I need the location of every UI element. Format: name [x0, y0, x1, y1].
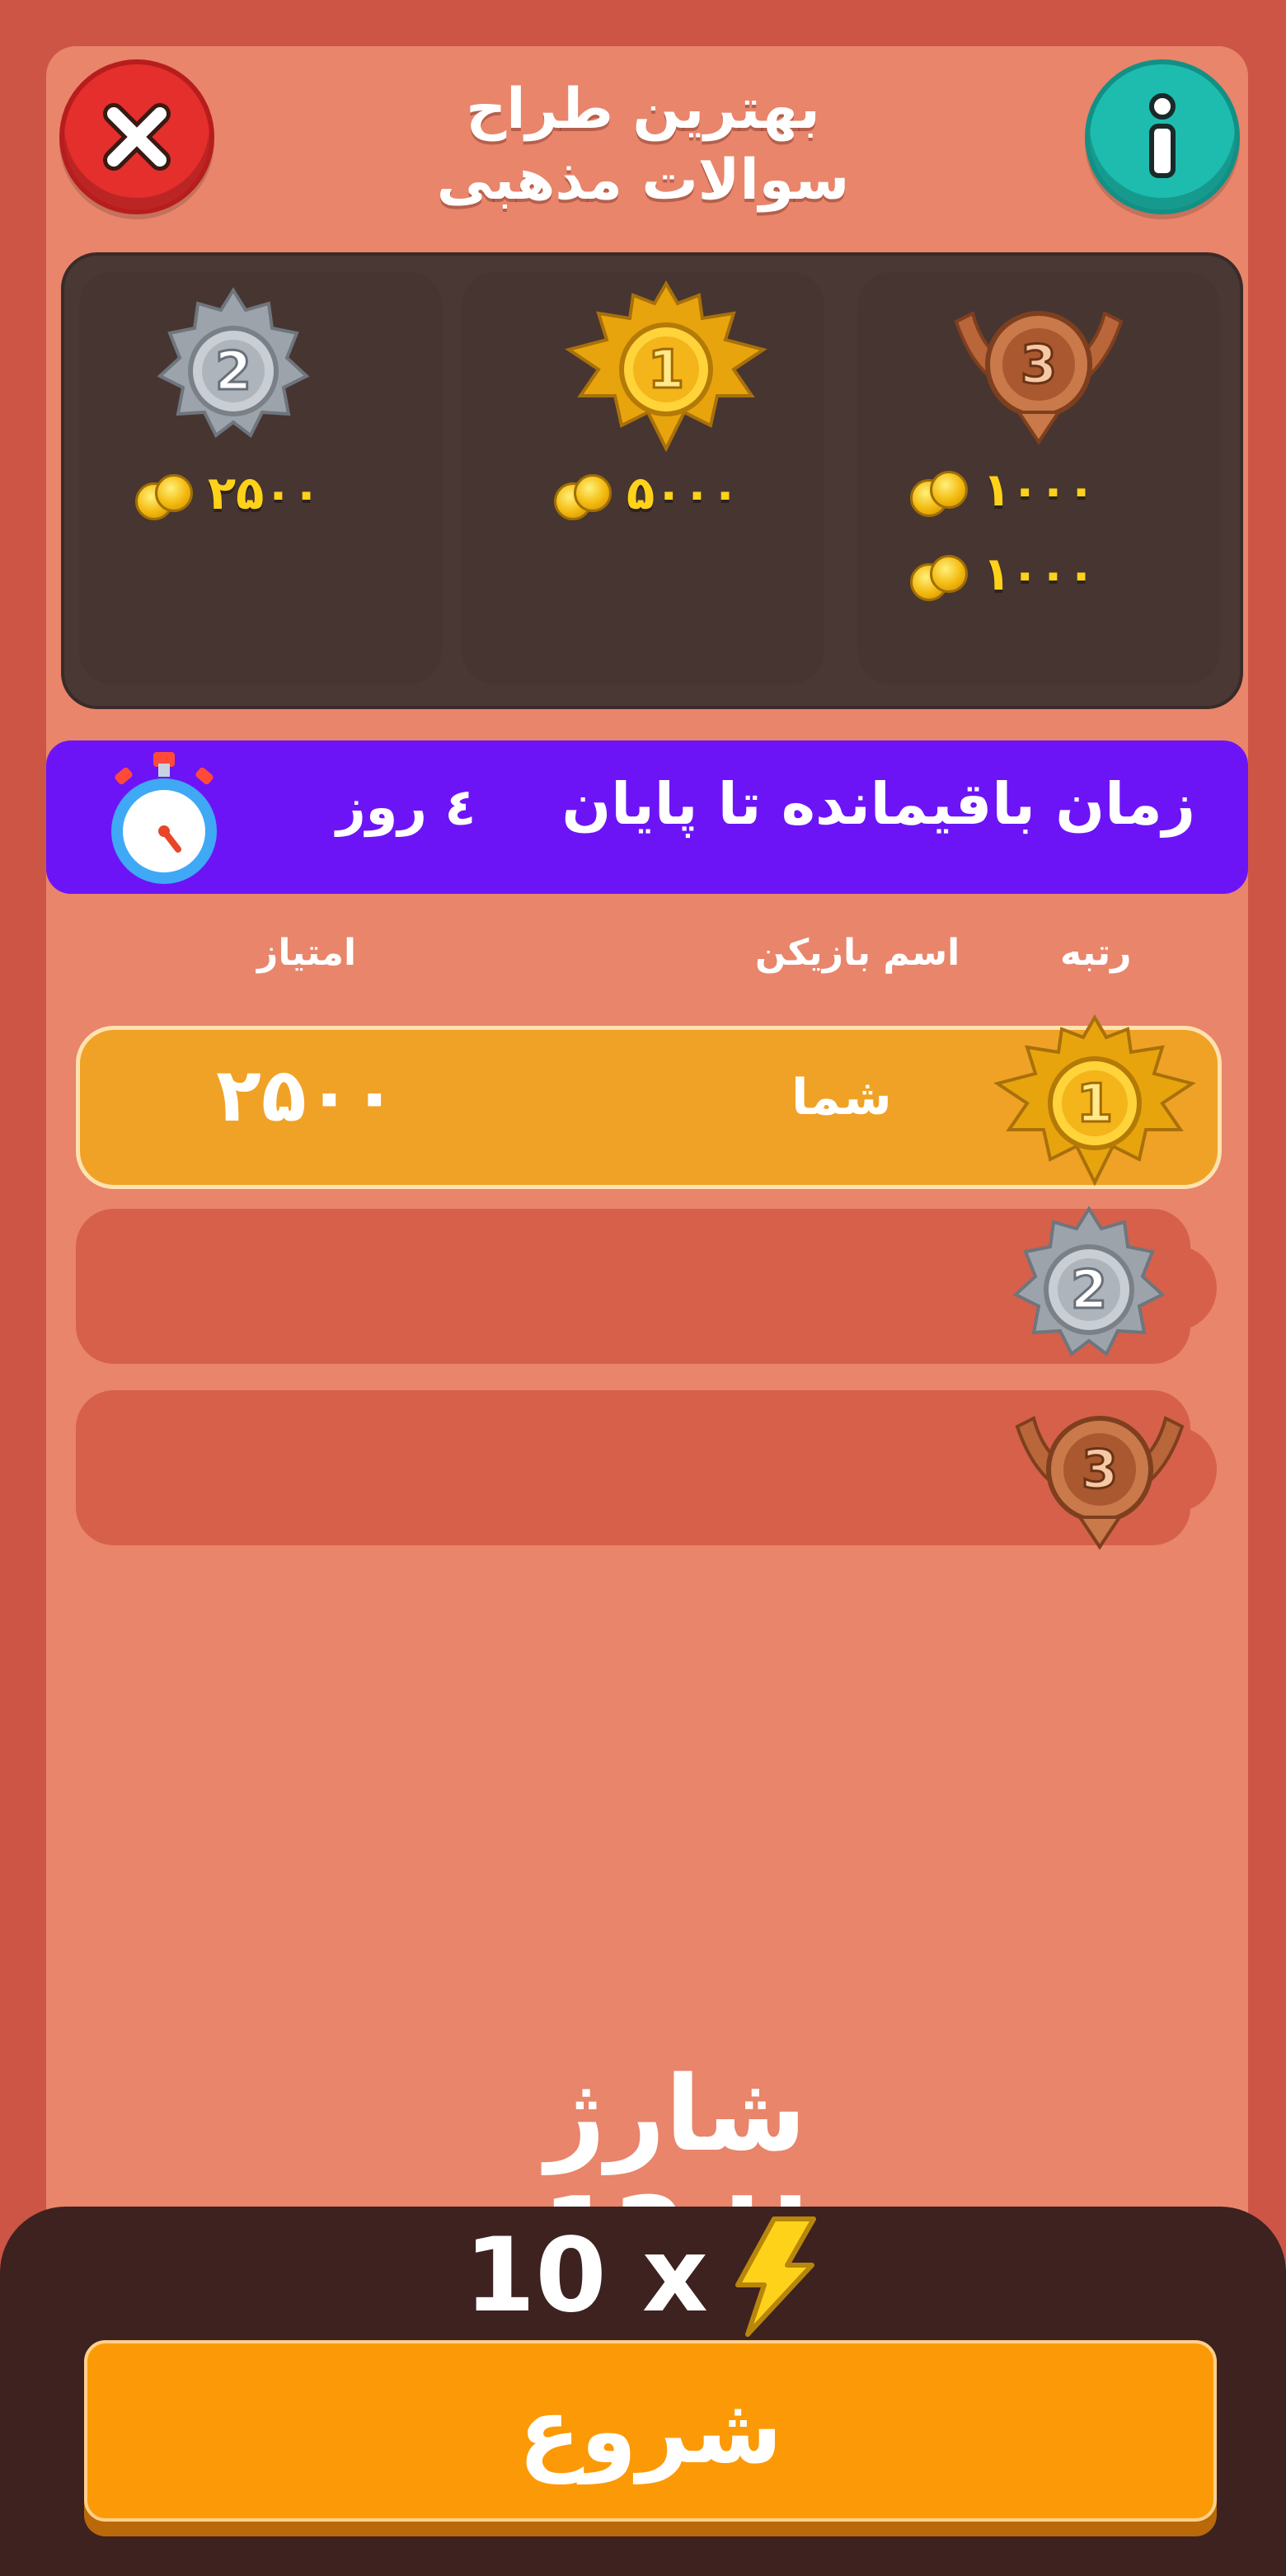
bronze-medal-icon: 3 — [954, 311, 1124, 445]
second-prize-amount: ۲۵۰۰ — [208, 467, 321, 520]
charge-label: شارژ — [545, 2053, 807, 2174]
close-button[interactable] — [59, 59, 214, 214]
row-1-name: شما — [791, 1069, 892, 1126]
second-prize: ۲۵۰۰ — [135, 467, 321, 520]
rank-column-header: رتبه — [1060, 932, 1132, 974]
page-title: بهترین طراح سوالات مذهبی — [313, 74, 973, 216]
stopwatch-icon — [111, 752, 217, 884]
svg-text:1: 1 — [648, 340, 685, 401]
title-line-1: بهترین طراح — [466, 77, 820, 142]
coin-icon — [135, 471, 193, 520]
start-button[interactable]: شروع — [84, 2340, 1217, 2522]
title-line-2: سوالات مذهبی — [436, 148, 850, 213]
svg-text:3: 3 — [1021, 335, 1058, 396]
first-prize: ۵۰۰۰ — [554, 467, 739, 520]
svg-text:3: 3 — [1082, 1440, 1119, 1501]
score-column-header: امتیاز — [257, 932, 357, 974]
coin-icon — [554, 471, 612, 520]
silver-medal-icon: 2 — [157, 287, 310, 439]
energy-count: 10 x — [464, 2216, 708, 2335]
svg-text:2: 2 — [215, 341, 252, 402]
svg-text:2: 2 — [1071, 1260, 1108, 1321]
row-1-score: ۲۵۰۰ — [216, 1052, 397, 1139]
third-prize-1: ۱۰۰۰ — [910, 463, 1096, 517]
info-icon — [1149, 93, 1176, 178]
energy-cost: 10 x — [462, 2210, 824, 2342]
bronze-medal-icon: 3 — [1015, 1416, 1185, 1550]
gold-medal-icon: 1 — [565, 280, 767, 453]
player-column-header: اسم بازیکن — [755, 932, 960, 974]
countdown-label: زمان باقیمانده تا پایان — [561, 770, 1195, 838]
gold-medal-icon: 1 — [993, 1014, 1196, 1187]
coin-icon — [910, 468, 968, 517]
svg-text:1: 1 — [1077, 1074, 1114, 1135]
info-button[interactable] — [1085, 59, 1240, 214]
first-prize-amount: ۵۰۰۰ — [627, 467, 739, 520]
third-prize-2: ۱۰۰۰ — [910, 548, 1096, 601]
countdown-value: ٤ روز — [336, 777, 476, 837]
lightning-icon — [735, 2216, 816, 2337]
silver-medal-icon: 2 — [1012, 1206, 1166, 1357]
close-x-icon — [103, 103, 171, 171]
third-prize-amount-2: ۱۰۰۰ — [983, 548, 1096, 601]
third-prize-amount-1: ۱۰۰۰ — [983, 463, 1096, 517]
coin-icon — [910, 552, 968, 601]
